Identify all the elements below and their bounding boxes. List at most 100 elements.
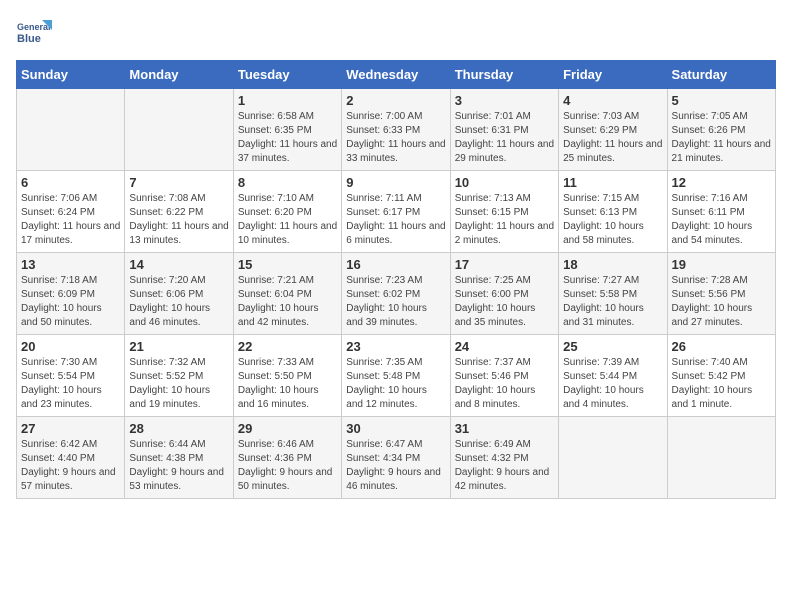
- day-info: Sunrise: 7:28 AM Sunset: 5:56 PM Dayligh…: [672, 274, 771, 330]
- day-number: 3: [455, 93, 554, 108]
- header-row: SundayMondayTuesdayWednesdayThursdayFrid…: [17, 61, 776, 89]
- calendar-cell: 10 Sunrise: 7:13 AM Sunset: 6:15 PM Dayli…: [450, 171, 558, 253]
- day-header: Friday: [559, 61, 667, 89]
- day-number: 21: [129, 339, 228, 354]
- calendar-cell: 31Sunrise: 6:49 AM Sunset: 4:32 PM Dayli…: [450, 417, 558, 499]
- calendar-cell: 6 Sunrise: 7:06 AM Sunset: 6:24 PM Daylig…: [17, 171, 125, 253]
- day-number: 13: [21, 257, 120, 272]
- day-info: Sunrise: 7:08 AM Sunset: 6:22 PM Dayligh…: [129, 192, 228, 248]
- day-header: Thursday: [450, 61, 558, 89]
- day-header: Tuesday: [233, 61, 341, 89]
- day-number: 24: [455, 339, 554, 354]
- calendar-cell: 28 Sunrise: 6:44 AM Sunset: 4:38 PM Dayli…: [125, 417, 233, 499]
- day-number: 15: [238, 257, 337, 272]
- day-info: Sunrise: 7:33 AM Sunset: 5:50 PM Dayligh…: [238, 356, 337, 412]
- day-header: Saturday: [667, 61, 775, 89]
- calendar-cell: 1Sunrise: 6:58 AM Sunset: 6:35 PM Daylig…: [233, 89, 341, 171]
- day-number: 23: [346, 339, 445, 354]
- calendar-cell: 14 Sunrise: 7:20 AM Sunset: 6:06 PM Dayli…: [125, 253, 233, 335]
- day-info: Sunrise: 6:42 AM Sunset: 4:40 PM Dayligh…: [21, 438, 120, 494]
- day-info: Sunrise: 7:10 AM Sunset: 6:20 PM Dayligh…: [238, 192, 337, 248]
- day-info: Sunrise: 7:32 AM Sunset: 5:52 PM Dayligh…: [129, 356, 228, 412]
- day-number: 4: [563, 93, 662, 108]
- day-info: Sunrise: 7:40 AM Sunset: 5:42 PM Dayligh…: [672, 356, 771, 412]
- day-info: Sunrise: 7:27 AM Sunset: 5:58 PM Dayligh…: [563, 274, 662, 330]
- calendar-cell: 12Sunrise: 7:16 AM Sunset: 6:11 PM Dayli…: [667, 171, 775, 253]
- calendar-cell: [667, 417, 775, 499]
- calendar-cell: 23 Sunrise: 7:35 AM Sunset: 5:48 PM Dayli…: [342, 335, 450, 417]
- svg-text:Blue: Blue: [17, 33, 41, 45]
- day-info: Sunrise: 7:15 AM Sunset: 6:13 PM Dayligh…: [563, 192, 662, 248]
- day-info: Sunrise: 7:20 AM Sunset: 6:06 PM Dayligh…: [129, 274, 228, 330]
- day-number: 2: [346, 93, 445, 108]
- calendar-cell: 17 Sunrise: 7:25 AM Sunset: 6:00 PM Dayli…: [450, 253, 558, 335]
- calendar-cell: 8 Sunrise: 7:10 AM Sunset: 6:20 PM Daylig…: [233, 171, 341, 253]
- day-header: Sunday: [17, 61, 125, 89]
- day-number: 8: [238, 175, 337, 190]
- day-info: Sunrise: 7:21 AM Sunset: 6:04 PM Dayligh…: [238, 274, 337, 330]
- calendar-cell: 30Sunrise: 6:47 AM Sunset: 4:34 PM Dayli…: [342, 417, 450, 499]
- calendar-cell: [17, 89, 125, 171]
- day-info: Sunrise: 7:30 AM Sunset: 5:54 PM Dayligh…: [21, 356, 120, 412]
- day-number: 9: [346, 175, 445, 190]
- day-info: Sunrise: 7:13 AM Sunset: 6:15 PM Dayligh…: [455, 192, 554, 248]
- calendar-cell: 22Sunrise: 7:33 AM Sunset: 5:50 PM Dayli…: [233, 335, 341, 417]
- day-info: Sunrise: 6:49 AM Sunset: 4:32 PM Dayligh…: [455, 438, 554, 494]
- logo-svg: General Blue: [16, 16, 52, 52]
- calendar-cell: 20 Sunrise: 7:30 AM Sunset: 5:54 PM Dayli…: [17, 335, 125, 417]
- day-number: 6: [21, 175, 120, 190]
- calendar-cell: 24 Sunrise: 7:37 AM Sunset: 5:46 PM Dayli…: [450, 335, 558, 417]
- calendar-cell: 18Sunrise: 7:27 AM Sunset: 5:58 PM Dayli…: [559, 253, 667, 335]
- calendar-cell: 4 Sunrise: 7:03 AM Sunset: 6:29 PM Daylig…: [559, 89, 667, 171]
- calendar-cell: 5 Sunrise: 7:05 AM Sunset: 6:26 PM Daylig…: [667, 89, 775, 171]
- day-info: Sunrise: 7:35 AM Sunset: 5:48 PM Dayligh…: [346, 356, 445, 412]
- day-number: 16: [346, 257, 445, 272]
- logo: General Blue: [16, 16, 52, 52]
- calendar-cell: [125, 89, 233, 171]
- day-info: Sunrise: 6:44 AM Sunset: 4:38 PM Dayligh…: [129, 438, 228, 494]
- day-info: Sunrise: 6:47 AM Sunset: 4:34 PM Dayligh…: [346, 438, 445, 494]
- day-info: Sunrise: 7:11 AM Sunset: 6:17 PM Dayligh…: [346, 192, 445, 248]
- day-number: 17: [455, 257, 554, 272]
- day-info: Sunrise: 7:06 AM Sunset: 6:24 PM Dayligh…: [21, 192, 120, 248]
- day-info: Sunrise: 7:16 AM Sunset: 6:11 PM Dayligh…: [672, 192, 771, 248]
- day-number: 26: [672, 339, 771, 354]
- day-number: 28: [129, 421, 228, 436]
- day-info: Sunrise: 6:58 AM Sunset: 6:35 PM Dayligh…: [238, 110, 337, 166]
- calendar-cell: 27 Sunrise: 6:42 AM Sunset: 4:40 PM Dayli…: [17, 417, 125, 499]
- calendar-cell: 29Sunrise: 6:46 AM Sunset: 4:36 PM Dayli…: [233, 417, 341, 499]
- day-info: Sunrise: 7:23 AM Sunset: 6:02 PM Dayligh…: [346, 274, 445, 330]
- day-header: Wednesday: [342, 61, 450, 89]
- day-info: Sunrise: 7:25 AM Sunset: 6:00 PM Dayligh…: [455, 274, 554, 330]
- calendar-week-row: 1Sunrise: 6:58 AM Sunset: 6:35 PM Daylig…: [17, 89, 776, 171]
- header: General Blue: [16, 16, 776, 52]
- day-number: 10: [455, 175, 554, 190]
- calendar-week-row: 13 Sunrise: 7:18 AM Sunset: 6:09 PM Dayli…: [17, 253, 776, 335]
- day-number: 11: [563, 175, 662, 190]
- day-info: Sunrise: 7:00 AM Sunset: 6:33 PM Dayligh…: [346, 110, 445, 166]
- day-info: Sunrise: 6:46 AM Sunset: 4:36 PM Dayligh…: [238, 438, 337, 494]
- day-info: Sunrise: 7:39 AM Sunset: 5:44 PM Dayligh…: [563, 356, 662, 412]
- calendar-week-row: 20 Sunrise: 7:30 AM Sunset: 5:54 PM Dayli…: [17, 335, 776, 417]
- day-info: Sunrise: 7:03 AM Sunset: 6:29 PM Dayligh…: [563, 110, 662, 166]
- calendar-cell: 16 Sunrise: 7:23 AM Sunset: 6:02 PM Dayli…: [342, 253, 450, 335]
- day-number: 14: [129, 257, 228, 272]
- day-number: 27: [21, 421, 120, 436]
- calendar-cell: 21 Sunrise: 7:32 AM Sunset: 5:52 PM Dayli…: [125, 335, 233, 417]
- calendar-cell: 26 Sunrise: 7:40 AM Sunset: 5:42 PM Dayli…: [667, 335, 775, 417]
- day-info: Sunrise: 7:18 AM Sunset: 6:09 PM Dayligh…: [21, 274, 120, 330]
- day-number: 20: [21, 339, 120, 354]
- day-number: 5: [672, 93, 771, 108]
- calendar-week-row: 6 Sunrise: 7:06 AM Sunset: 6:24 PM Daylig…: [17, 171, 776, 253]
- day-info: Sunrise: 7:01 AM Sunset: 6:31 PM Dayligh…: [455, 110, 554, 166]
- day-info: Sunrise: 7:05 AM Sunset: 6:26 PM Dayligh…: [672, 110, 771, 166]
- calendar-table: SundayMondayTuesdayWednesdayThursdayFrid…: [16, 60, 776, 499]
- calendar-cell: 19Sunrise: 7:28 AM Sunset: 5:56 PM Dayli…: [667, 253, 775, 335]
- day-header: Monday: [125, 61, 233, 89]
- day-info: Sunrise: 7:37 AM Sunset: 5:46 PM Dayligh…: [455, 356, 554, 412]
- day-number: 7: [129, 175, 228, 190]
- calendar-cell: [559, 417, 667, 499]
- calendar-cell: 25 Sunrise: 7:39 AM Sunset: 5:44 PM Dayli…: [559, 335, 667, 417]
- day-number: 25: [563, 339, 662, 354]
- calendar-cell: 7 Sunrise: 7:08 AM Sunset: 6:22 PM Daylig…: [125, 171, 233, 253]
